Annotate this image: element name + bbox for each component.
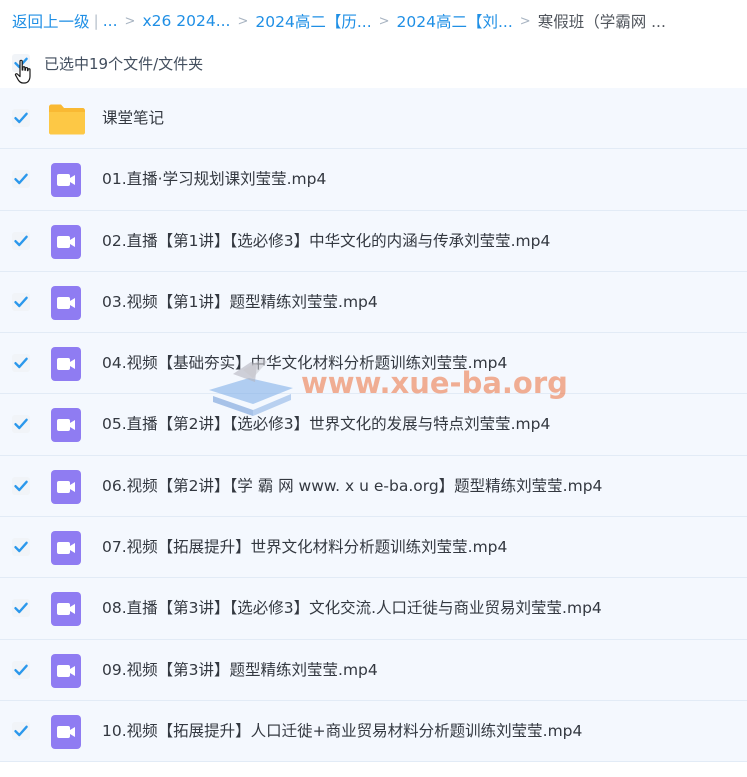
- breadcrumb-ellipsis[interactable]: ...: [103, 12, 118, 30]
- chevron-right-icon: >: [124, 13, 136, 29]
- list-item-video[interactable]: 07.视频【拓展提升】世界文化材料分析题训练刘莹莹.mp4: [0, 517, 747, 579]
- list-item-video[interactable]: 04.视频【基础夯实】中华文化材料分析题训练刘莹莹.mp4: [0, 333, 747, 395]
- row-checkbox[interactable]: [12, 721, 30, 740]
- file-list: 课堂笔记 01.直播·学习规划课刘莹莹.mp4 02.直播【第1讲】【选必修3】…: [0, 88, 747, 763]
- breadcrumb: 返回上一级 | ... > x26 2024... > 2024高二【历... …: [12, 8, 666, 34]
- breadcrumb-divider: |: [93, 12, 99, 30]
- row-checkbox[interactable]: [12, 231, 30, 250]
- video-icon: [51, 224, 81, 259]
- chevron-right-icon: >: [378, 13, 390, 29]
- row-checkbox[interactable]: [12, 599, 30, 618]
- video-icon: [51, 653, 81, 688]
- chevron-right-icon: >: [237, 13, 249, 29]
- list-item-video[interactable]: 02.直播【第1讲】【选必修3】中华文化的内涵与传承刘莹莹.mp4: [0, 210, 747, 272]
- breadcrumb-item[interactable]: 2024高二【历...: [255, 10, 371, 32]
- folder-icon: [49, 104, 85, 135]
- file-name[interactable]: 07.视频【拓展提升】世界文化材料分析题训练刘莹莹.mp4: [102, 517, 507, 578]
- video-icon: [51, 163, 81, 198]
- list-item-video[interactable]: 03.视频【第1讲】题型精练刘莹莹.mp4: [0, 271, 747, 334]
- check-icon: [14, 357, 28, 369]
- video-icon: [51, 285, 81, 320]
- file-name[interactable]: 03.视频【第1讲】题型精练刘莹莹.mp4: [102, 272, 378, 333]
- file-browser: 返回上一级 | ... > x26 2024... > 2024高二【历... …: [0, 0, 747, 777]
- check-icon: [14, 602, 28, 614]
- check-icon: [14, 296, 28, 308]
- row-checkbox[interactable]: [12, 476, 30, 495]
- video-icon: [51, 592, 81, 627]
- video-icon: [51, 347, 81, 382]
- video-icon: [51, 531, 81, 566]
- check-icon: [14, 480, 28, 491]
- list-item-video[interactable]: 08.直播【第3讲】【选必修3】文化交流.人口迁徙与商业贸易刘莹莹.mp4: [0, 578, 747, 640]
- check-icon: [14, 173, 28, 185]
- check-icon: [14, 112, 28, 124]
- check-icon: [14, 235, 28, 246]
- file-name[interactable]: 02.直播【第1讲】【选必修3】中华文化的内涵与传承刘莹莹.mp4: [102, 211, 550, 272]
- breadcrumb-item[interactable]: x26 2024...: [142, 12, 230, 30]
- file-name[interactable]: 06.视频【第2讲】【学 霸 网 www. x u e-ba.org】题型精练刘…: [102, 456, 602, 517]
- list-item-folder[interactable]: 课堂笔记: [0, 88, 747, 150]
- check-icon: [14, 664, 28, 675]
- row-checkbox[interactable]: [12, 660, 30, 679]
- file-name[interactable]: 05.直播【第2讲】【选必修3】世界文化的发展与特点刘莹莹.mp4: [102, 394, 550, 455]
- file-name[interactable]: 08.直播【第3讲】【选必修3】文化交流.人口迁徙与商业贸易刘莹莹.mp4: [102, 578, 602, 639]
- file-name[interactable]: 01.直播·学习规划课刘莹莹.mp4: [102, 149, 326, 210]
- list-item-video[interactable]: 01.直播·学习规划课刘莹莹.mp4: [0, 149, 747, 211]
- row-checkbox[interactable]: [12, 109, 30, 127]
- check-icon: [14, 541, 28, 553]
- row-checkbox[interactable]: [12, 354, 30, 373]
- check-icon: [14, 419, 28, 430]
- row-checkbox[interactable]: [12, 170, 30, 189]
- list-item-video[interactable]: 09.视频【第3讲】题型精练刘莹莹.mp4: [0, 639, 747, 701]
- chevron-right-icon: >: [519, 13, 531, 29]
- hand-cursor-icon: [14, 59, 31, 84]
- file-name[interactable]: 10.视频【拓展提升】人口迁徙+商业贸易材料分析题训练刘莹莹.mp4: [102, 701, 582, 762]
- breadcrumb-current: 寒假班（学霸网 ...: [537, 13, 666, 31]
- check-icon: [14, 725, 28, 737]
- file-name[interactable]: 04.视频【基础夯实】中华文化材料分析题训练刘莹莹.mp4: [102, 333, 507, 394]
- list-item-video[interactable]: 06.视频【第2讲】【学 霸 网 www. x u e-ba.org】题型精练刘…: [0, 455, 747, 518]
- file-name[interactable]: 课堂笔记: [102, 88, 164, 149]
- back-link[interactable]: 返回上一级: [12, 10, 90, 32]
- list-item-video[interactable]: 05.直播【第2讲】【选必修3】世界文化的发展与特点刘莹莹.mp4: [0, 394, 747, 456]
- select-all-bar: 已选中19个文件/文件夹: [12, 50, 203, 76]
- video-icon: [51, 408, 81, 443]
- video-icon: [51, 469, 81, 504]
- breadcrumb-item[interactable]: 2024高二【刘...: [397, 10, 513, 32]
- row-checkbox[interactable]: [12, 415, 30, 434]
- row-checkbox[interactable]: [12, 538, 30, 557]
- selection-count: 已选中19个文件/文件夹: [44, 54, 204, 73]
- row-checkbox[interactable]: [12, 292, 30, 311]
- list-item-video[interactable]: 10.视频【拓展提升】人口迁徙+商业贸易材料分析题训练刘莹莹.mp4: [0, 700, 747, 763]
- video-icon: [51, 714, 81, 749]
- file-name[interactable]: 09.视频【第3讲】题型精练刘莹莹.mp4: [102, 640, 378, 701]
